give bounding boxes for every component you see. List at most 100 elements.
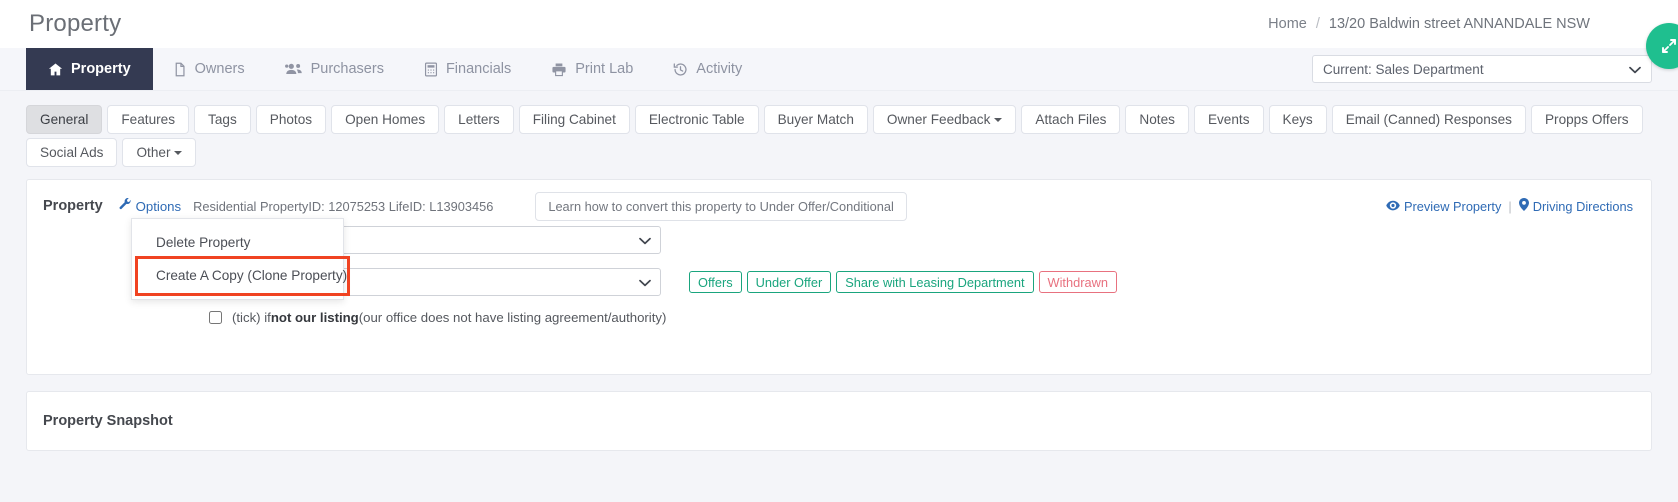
file-icon bbox=[173, 62, 187, 77]
convert-hint-label: Learn how to convert this property to Un… bbox=[548, 198, 894, 214]
property-panel-title: Property bbox=[43, 198, 103, 214]
subtab-general[interactable]: General bbox=[26, 105, 103, 134]
subtab-other[interactable]: Other bbox=[122, 138, 197, 167]
nav-item-label: Owners bbox=[194, 61, 245, 77]
property-snapshot-title: Property Snapshot bbox=[43, 413, 173, 429]
convert-hint-button[interactable]: Learn how to convert this property to Un… bbox=[535, 191, 907, 221]
printer-icon bbox=[551, 62, 567, 77]
preview-property-link[interactable]: Preview Property bbox=[1386, 199, 1501, 214]
nav-item-label: Print Lab bbox=[575, 61, 634, 77]
badge-label: Share with Leasing Department bbox=[845, 274, 1025, 290]
nav-item-owners[interactable]: Owners bbox=[153, 48, 265, 90]
subtab-features[interactable]: Features bbox=[107, 105, 190, 134]
subtab-label: Email (Canned) Responses bbox=[1345, 112, 1512, 127]
subtab-email-canned-responses[interactable]: Email (Canned) Responses bbox=[1331, 105, 1526, 134]
subtab-label: Open Homes bbox=[345, 112, 426, 127]
badge-label: Offers bbox=[698, 274, 733, 290]
panel-header-actions: Preview Property | Driving Directions bbox=[1386, 198, 1635, 214]
nav-item-label: Activity bbox=[696, 61, 743, 77]
not-our-listing-strong: not our listing bbox=[270, 310, 359, 325]
not-our-listing-row: (tick) if not our listing (our office do… bbox=[43, 310, 1635, 325]
subtab-events[interactable]: Events bbox=[1193, 105, 1264, 134]
subtab-keys[interactable]: Keys bbox=[1268, 105, 1327, 134]
subtab-label: Keys bbox=[1282, 112, 1313, 127]
subtab-tags[interactable]: Tags bbox=[194, 105, 251, 134]
eye-icon bbox=[1386, 199, 1400, 214]
department-select[interactable]: Current: Sales Department bbox=[1312, 55, 1652, 83]
map-pin-icon bbox=[1518, 198, 1529, 214]
not-our-listing-prefix: (tick) if bbox=[232, 310, 271, 325]
subtab-label: Events bbox=[1207, 112, 1250, 127]
subtab-notes[interactable]: Notes bbox=[1125, 105, 1189, 134]
subtab-label: Letters bbox=[458, 112, 500, 127]
subtab-label: Tags bbox=[208, 112, 237, 127]
not-our-listing-checkbox[interactable] bbox=[209, 311, 222, 324]
nav-item-property[interactable]: Property bbox=[26, 48, 153, 90]
badge-share-with-leasing-department[interactable]: Share with Leasing Department bbox=[836, 271, 1034, 293]
subtab-label: Electronic Table bbox=[648, 112, 745, 127]
subtab-propps-offers[interactable]: Propps Offers bbox=[1530, 105, 1643, 134]
chevron-down-icon bbox=[994, 117, 1003, 122]
subtab-label: Social Ads bbox=[40, 145, 104, 160]
driving-directions-label: Driving Directions bbox=[1532, 198, 1633, 214]
wrench-icon bbox=[119, 198, 132, 214]
chevron-down-icon bbox=[1629, 62, 1641, 77]
badge-offers[interactable]: Offers bbox=[689, 271, 742, 293]
subtab-photos[interactable]: Photos bbox=[255, 105, 327, 134]
badge-under-offer[interactable]: Under Offer bbox=[746, 271, 832, 293]
history-icon bbox=[673, 62, 688, 77]
home-icon bbox=[48, 62, 63, 77]
department-select-value: Current: Sales Department bbox=[1323, 61, 1484, 77]
subtab-owner-feedback[interactable]: Owner Feedback bbox=[872, 105, 1017, 134]
preview-property-label: Preview Property bbox=[1403, 198, 1502, 214]
badge-withdrawn[interactable]: Withdrawn bbox=[1038, 271, 1117, 293]
property-ids: Residential PropertyID: 12075253 LifeID:… bbox=[193, 198, 494, 214]
subtab-label: Notes bbox=[1139, 112, 1175, 127]
subtab-social-ads[interactable]: Social Ads bbox=[26, 138, 118, 167]
subtab-label: Other bbox=[136, 145, 171, 160]
options-button[interactable]: Options bbox=[119, 198, 181, 214]
menu-item-label: Create A Copy (Clone Property) bbox=[156, 268, 348, 283]
property-panel-header: Property Options Residential PropertyID:… bbox=[27, 180, 1651, 221]
nav-item-label: Financials bbox=[445, 61, 512, 77]
nav-item-label: Purchasers bbox=[310, 61, 384, 77]
subtab-label: Owner Feedback bbox=[886, 112, 991, 127]
subtab-attach-files[interactable]: Attach Files bbox=[1021, 105, 1121, 134]
chevron-down-icon bbox=[639, 275, 651, 290]
driving-directions-link[interactable]: Driving Directions bbox=[1518, 198, 1633, 214]
subtab-letters[interactable]: Letters bbox=[444, 105, 514, 134]
status-badges: Offers Under Offer Share with Leasing De… bbox=[689, 271, 1117, 293]
options-dropdown-menu: Delete Property Create A Copy (Clone Pro… bbox=[131, 218, 347, 300]
nav-item-print-lab[interactable]: Print Lab bbox=[531, 48, 653, 90]
chevron-down-icon bbox=[174, 150, 183, 155]
action-divider: | bbox=[1508, 198, 1512, 214]
main-navigation: Property Owners Purchasers Financials Pr… bbox=[0, 48, 1678, 91]
menu-item-create-a-copy[interactable]: Create A Copy (Clone Property) bbox=[132, 259, 347, 292]
subtab-open-homes[interactable]: Open Homes bbox=[331, 105, 440, 134]
nav-item-label: Property bbox=[71, 61, 131, 77]
nav-item-financials[interactable]: Financials bbox=[404, 48, 531, 90]
top-header: Property Home / 13/20 Baldwin street ANN… bbox=[0, 0, 1678, 69]
subtab-electronic-table[interactable]: Electronic Table bbox=[634, 105, 759, 134]
property-snapshot-panel: Property Snapshot bbox=[26, 391, 1652, 451]
badge-label: Under Offer bbox=[755, 274, 823, 290]
subtab-filing-cabinet[interactable]: Filing Cabinet bbox=[518, 105, 630, 134]
sub-tabs: General Features Tags Photos Open Homes … bbox=[0, 91, 1678, 167]
users-icon bbox=[284, 62, 303, 76]
subtab-label: Filing Cabinet bbox=[532, 112, 616, 127]
badge-label: Withdrawn bbox=[1047, 274, 1108, 290]
nav-item-purchasers[interactable]: Purchasers bbox=[265, 48, 404, 90]
breadcrumb-current: 13/20 Baldwin street ANNANDALE NSW bbox=[1328, 15, 1590, 32]
subtab-label: Buyer Match bbox=[777, 112, 854, 127]
options-label: Options bbox=[135, 198, 182, 214]
menu-item-delete-property[interactable]: Delete Property bbox=[132, 226, 343, 259]
nav-item-activity[interactable]: Activity bbox=[653, 48, 762, 90]
breadcrumb-home[interactable]: Home bbox=[1268, 16, 1307, 32]
breadcrumb-separator: / bbox=[1315, 15, 1320, 32]
subtab-buyer-match[interactable]: Buyer Match bbox=[763, 105, 868, 134]
not-our-listing-suffix: (our office does not have listing agreem… bbox=[358, 310, 667, 325]
subtab-label: Photos bbox=[269, 112, 313, 127]
property-panel: Property Options Residential PropertyID:… bbox=[26, 179, 1652, 375]
menu-item-label: Delete Property bbox=[156, 235, 251, 250]
subtab-label: Features bbox=[121, 112, 176, 127]
